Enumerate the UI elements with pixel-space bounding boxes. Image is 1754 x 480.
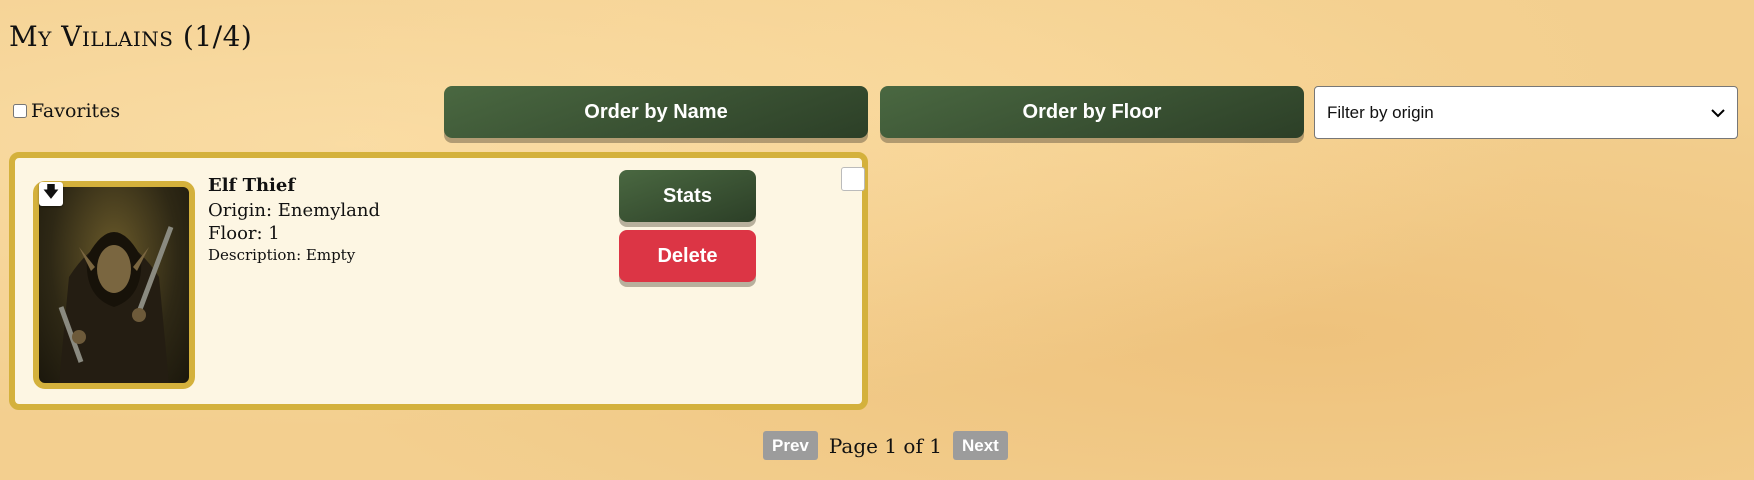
page-status: Page 1 of 1 xyxy=(828,433,942,458)
origin-filter-value: Filter by origin xyxy=(1327,102,1434,122)
elf-thief-image xyxy=(58,226,174,383)
delete-button[interactable]: Delete xyxy=(619,230,756,282)
stats-button[interactable]: Stats xyxy=(619,170,756,222)
select-checkbox[interactable] xyxy=(841,167,865,191)
origin-filter-select[interactable]: Filter by origin xyxy=(1314,86,1738,139)
favorites-filter[interactable]: Favorites xyxy=(13,100,120,122)
order-by-name-button[interactable]: Order by Name xyxy=(444,86,868,138)
favorites-label: Favorites xyxy=(31,100,121,122)
chevron-down-icon xyxy=(1711,108,1725,117)
villain-card: 🡇 Elf Thief Origin: Enemyland Floor: 1 D… xyxy=(9,152,868,410)
order-by-floor-button[interactable]: Order by Floor xyxy=(880,86,1304,138)
villain-floor: Floor: 1 xyxy=(208,223,280,244)
favorites-checkbox[interactable] xyxy=(13,104,27,118)
next-button[interactable]: Next xyxy=(952,431,1008,460)
villain-description: Description: Empty xyxy=(208,246,356,264)
villain-info: Elf Thief Origin: Enemyland Floor: 1 Des… xyxy=(208,175,380,264)
villain-name: Elf Thief xyxy=(208,175,296,196)
pagination: Prev Page 1 of 1 Next xyxy=(763,431,1008,460)
villain-origin: Origin: Enemyland xyxy=(208,200,381,221)
villain-portrait xyxy=(33,181,195,389)
download-icon[interactable]: 🡇 xyxy=(39,182,63,206)
page-title: My Villains (1/4) xyxy=(9,20,253,53)
prev-button[interactable]: Prev xyxy=(763,431,818,460)
